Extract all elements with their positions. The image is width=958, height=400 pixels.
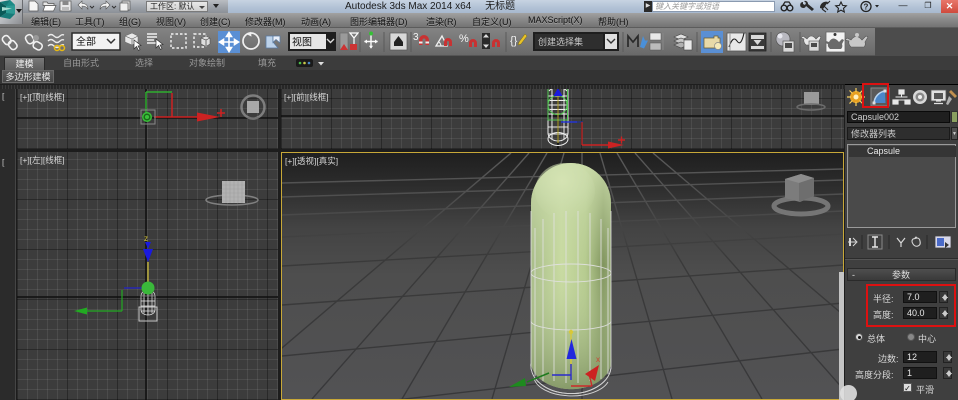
svg-text:x: x [596,355,600,364]
svg-text:视图: 视图 [292,36,312,49]
svg-text:z: z [144,234,148,243]
svg-text:全部: 全部 [76,35,96,48]
svg-text:{}: {} [510,35,518,47]
svg-text:3: 3 [413,32,419,43]
svg-text:创建选择集: 创建选择集 [538,36,583,47]
svg-text:?: ? [864,2,869,11]
svg-text:%: % [459,33,469,45]
